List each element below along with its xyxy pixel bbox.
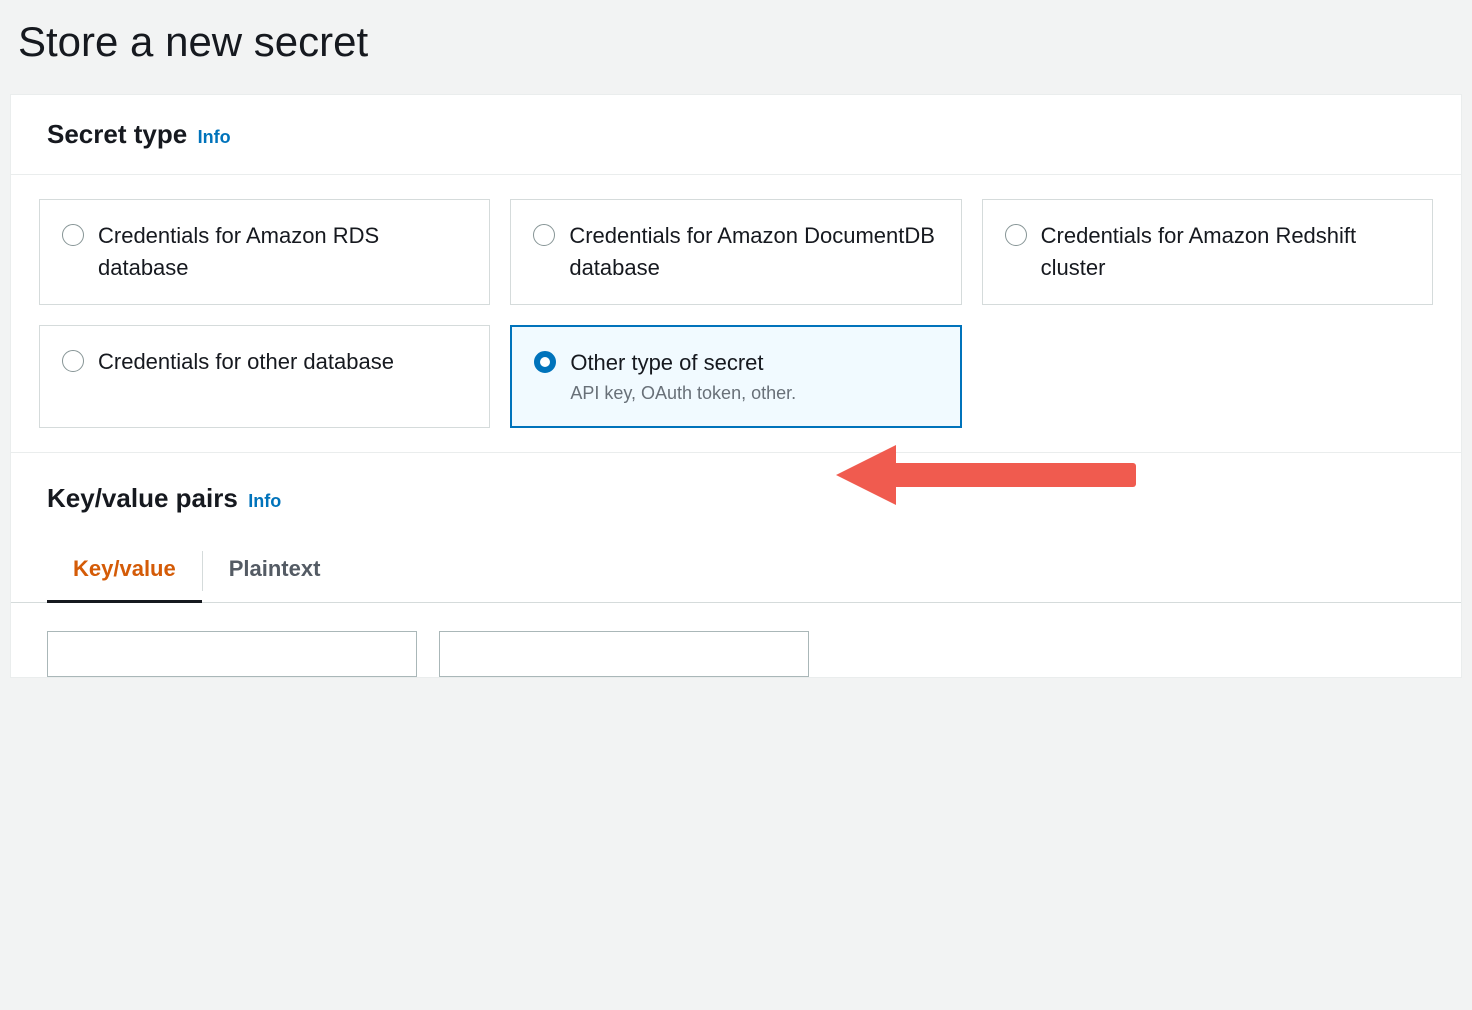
radio-option-other-secret[interactable]: Other type of secret API key, OAuth toke… bbox=[510, 325, 961, 428]
page-title: Store a new secret bbox=[0, 0, 1472, 94]
radio-option-rds[interactable]: Credentials for Amazon RDS database bbox=[39, 199, 490, 305]
radio-icon bbox=[62, 224, 84, 246]
radio-label: Other type of secret bbox=[570, 347, 796, 379]
radio-sublabel: API key, OAuth token, other. bbox=[570, 381, 796, 406]
secret-type-heading: Secret type bbox=[47, 119, 187, 149]
kv-value-input[interactable] bbox=[439, 631, 809, 677]
radio-option-documentdb[interactable]: Credentials for Amazon DocumentDB databa… bbox=[510, 199, 961, 305]
radio-option-other-database[interactable]: Credentials for other database bbox=[39, 325, 490, 428]
radio-icon bbox=[534, 351, 556, 373]
kv-key-input[interactable] bbox=[47, 631, 417, 677]
radio-label: Credentials for other database bbox=[98, 346, 394, 378]
radio-icon bbox=[533, 224, 555, 246]
radio-icon bbox=[1005, 224, 1027, 246]
radio-label: Credentials for Amazon Redshift cluster bbox=[1041, 220, 1410, 284]
radio-option-redshift[interactable]: Credentials for Amazon Redshift cluster bbox=[982, 199, 1433, 305]
main-panel: Secret type Info Credentials for Amazon … bbox=[10, 94, 1462, 678]
secret-type-header: Secret type Info bbox=[11, 95, 1461, 175]
radio-label: Credentials for Amazon RDS database bbox=[98, 220, 467, 284]
kv-pairs-header: Key/value pairs Info bbox=[11, 452, 1461, 540]
kv-pairs-heading: Key/value pairs bbox=[47, 483, 238, 513]
tab-plaintext[interactable]: Plaintext bbox=[203, 540, 347, 602]
kv-pairs-info-link[interactable]: Info bbox=[248, 491, 281, 511]
secret-type-body: Credentials for Amazon RDS database Cred… bbox=[11, 175, 1461, 452]
kv-input-row bbox=[11, 603, 1461, 677]
radio-icon bbox=[62, 350, 84, 372]
radio-label: Credentials for Amazon DocumentDB databa… bbox=[569, 220, 938, 284]
secret-type-info-link[interactable]: Info bbox=[198, 127, 231, 147]
secret-type-radio-group: Credentials for Amazon RDS database Cred… bbox=[39, 199, 1433, 428]
kv-tabs: Key/value Plaintext bbox=[11, 540, 1461, 603]
tab-key-value[interactable]: Key/value bbox=[47, 540, 202, 602]
